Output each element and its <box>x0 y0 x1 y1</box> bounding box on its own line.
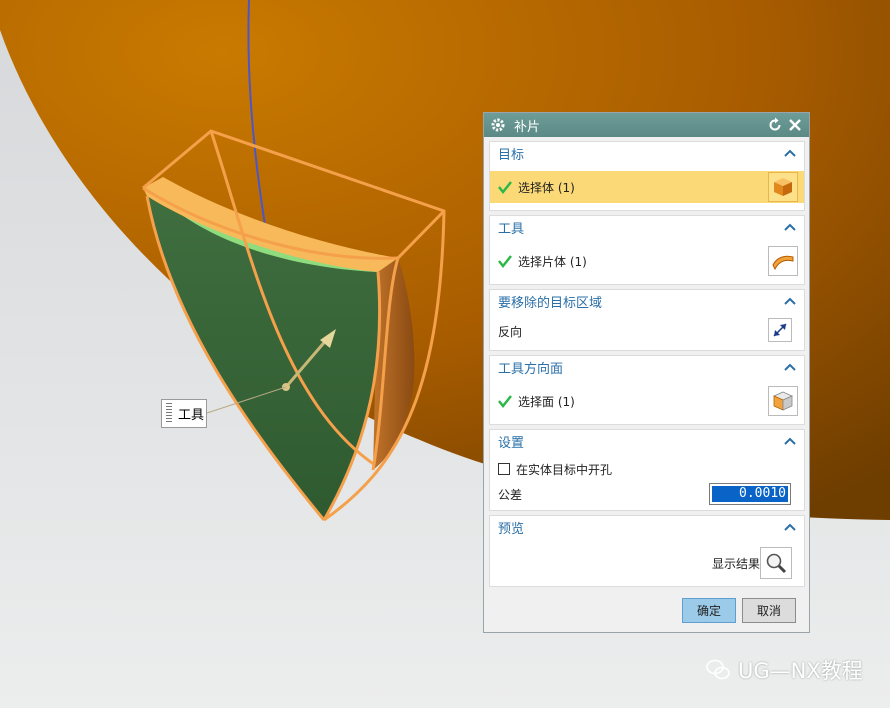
magnifier-icon <box>766 553 787 574</box>
ok-button[interactable]: 确定 <box>682 598 736 623</box>
section-preview-title: 预览 <box>498 521 525 537</box>
select-sheet-row[interactable]: 选择片体 (1) <box>490 247 804 275</box>
check-icon <box>498 255 512 268</box>
section-target-header[interactable]: 目标 <box>490 142 804 164</box>
show-result-label: 显示结果 <box>711 556 760 571</box>
reset-icon[interactable] <box>767 117 783 133</box>
cancel-button[interactable]: 取消 <box>742 598 796 623</box>
section-remove-region: 要移除的目标区域 反向 <box>489 289 805 351</box>
section-preview: 预览 显示结果 <box>489 515 805 587</box>
section-tool: 工具 选择片体 (1) <box>489 215 805 285</box>
reverse-label: 反向 <box>498 324 523 339</box>
collapse-caret-icon[interactable] <box>784 296 796 306</box>
section-remove-title: 要移除的目标区域 <box>498 295 603 311</box>
collapse-caret-icon[interactable] <box>784 436 796 446</box>
solid-cube-icon <box>774 178 792 196</box>
select-face-button[interactable] <box>768 386 798 416</box>
grip-icon <box>166 403 172 424</box>
face-cube-icon <box>773 391 793 411</box>
show-result-button[interactable] <box>760 547 792 579</box>
section-tool-face: 工具方向面 选择面 (1) <box>489 355 805 425</box>
select-sheet-label: 选择片体 (1) <box>518 254 587 269</box>
select-face-row[interactable]: 选择面 (1) <box>490 387 804 415</box>
watermark: UG—NX教程 <box>706 655 863 685</box>
select-body-label: 选择体 (1) <box>518 180 575 195</box>
show-result-row: 显示结果 <box>490 548 804 578</box>
section-tool-title: 工具 <box>498 221 525 237</box>
section-settings-title: 设置 <box>498 435 525 451</box>
collapse-caret-icon[interactable] <box>784 222 796 232</box>
close-icon[interactable] <box>787 117 803 133</box>
collapse-caret-icon[interactable] <box>784 148 796 158</box>
section-preview-header[interactable]: 预览 <box>490 516 804 538</box>
check-icon <box>498 395 512 408</box>
section-remove-header[interactable]: 要移除的目标区域 <box>490 290 804 312</box>
reverse-row: 反向 <box>490 318 804 344</box>
patch-dialog: 补片 目标 选择体 (1) 工具 选择片体 (1) 要移除的目标区域 反向 工具… <box>483 112 810 633</box>
open-hole-row[interactable]: 在实体目标中开孔 <box>490 458 804 480</box>
section-settings-header[interactable]: 设置 <box>490 430 804 452</box>
select-sheet-button[interactable] <box>768 246 798 276</box>
wechat-icon <box>706 659 730 680</box>
section-target-title: 目标 <box>498 147 525 163</box>
tool-tag-text: 工具 <box>178 408 205 423</box>
open-hole-checkbox[interactable] <box>498 463 510 475</box>
dialog-titlebar[interactable]: 补片 <box>484 113 809 137</box>
sheet-body-icon <box>772 255 794 271</box>
reverse-direction-button[interactable] <box>768 318 792 342</box>
section-tool-header[interactable]: 工具 <box>490 216 804 238</box>
collapse-caret-icon[interactable] <box>784 362 796 372</box>
check-icon <box>498 181 512 194</box>
section-settings: 设置 在实体目标中开孔 公差 0.0010 <box>489 429 805 511</box>
collapse-caret-icon[interactable] <box>784 522 796 532</box>
section-tool-face-header[interactable]: 工具方向面 <box>490 356 804 378</box>
tolerance-input[interactable]: 0.0010 <box>709 483 791 505</box>
dialog-title: 补片 <box>514 119 541 135</box>
open-hole-label: 在实体目标中开孔 <box>516 462 613 477</box>
watermark-text: UG—NX教程 <box>738 659 863 683</box>
select-body-row[interactable]: 选择体 (1) <box>490 171 804 203</box>
select-face-label: 选择面 (1) <box>518 394 575 409</box>
tolerance-label: 公差 <box>498 487 523 502</box>
section-target: 目标 选择体 (1) <box>489 141 805 211</box>
gear-icon <box>491 118 505 132</box>
select-body-button[interactable] <box>768 172 798 202</box>
tool-label-tag: 工具 <box>161 399 207 428</box>
tolerance-value: 0.0010 <box>712 486 788 502</box>
reverse-direction-icon <box>773 323 787 337</box>
section-tool-face-title: 工具方向面 <box>498 361 564 377</box>
